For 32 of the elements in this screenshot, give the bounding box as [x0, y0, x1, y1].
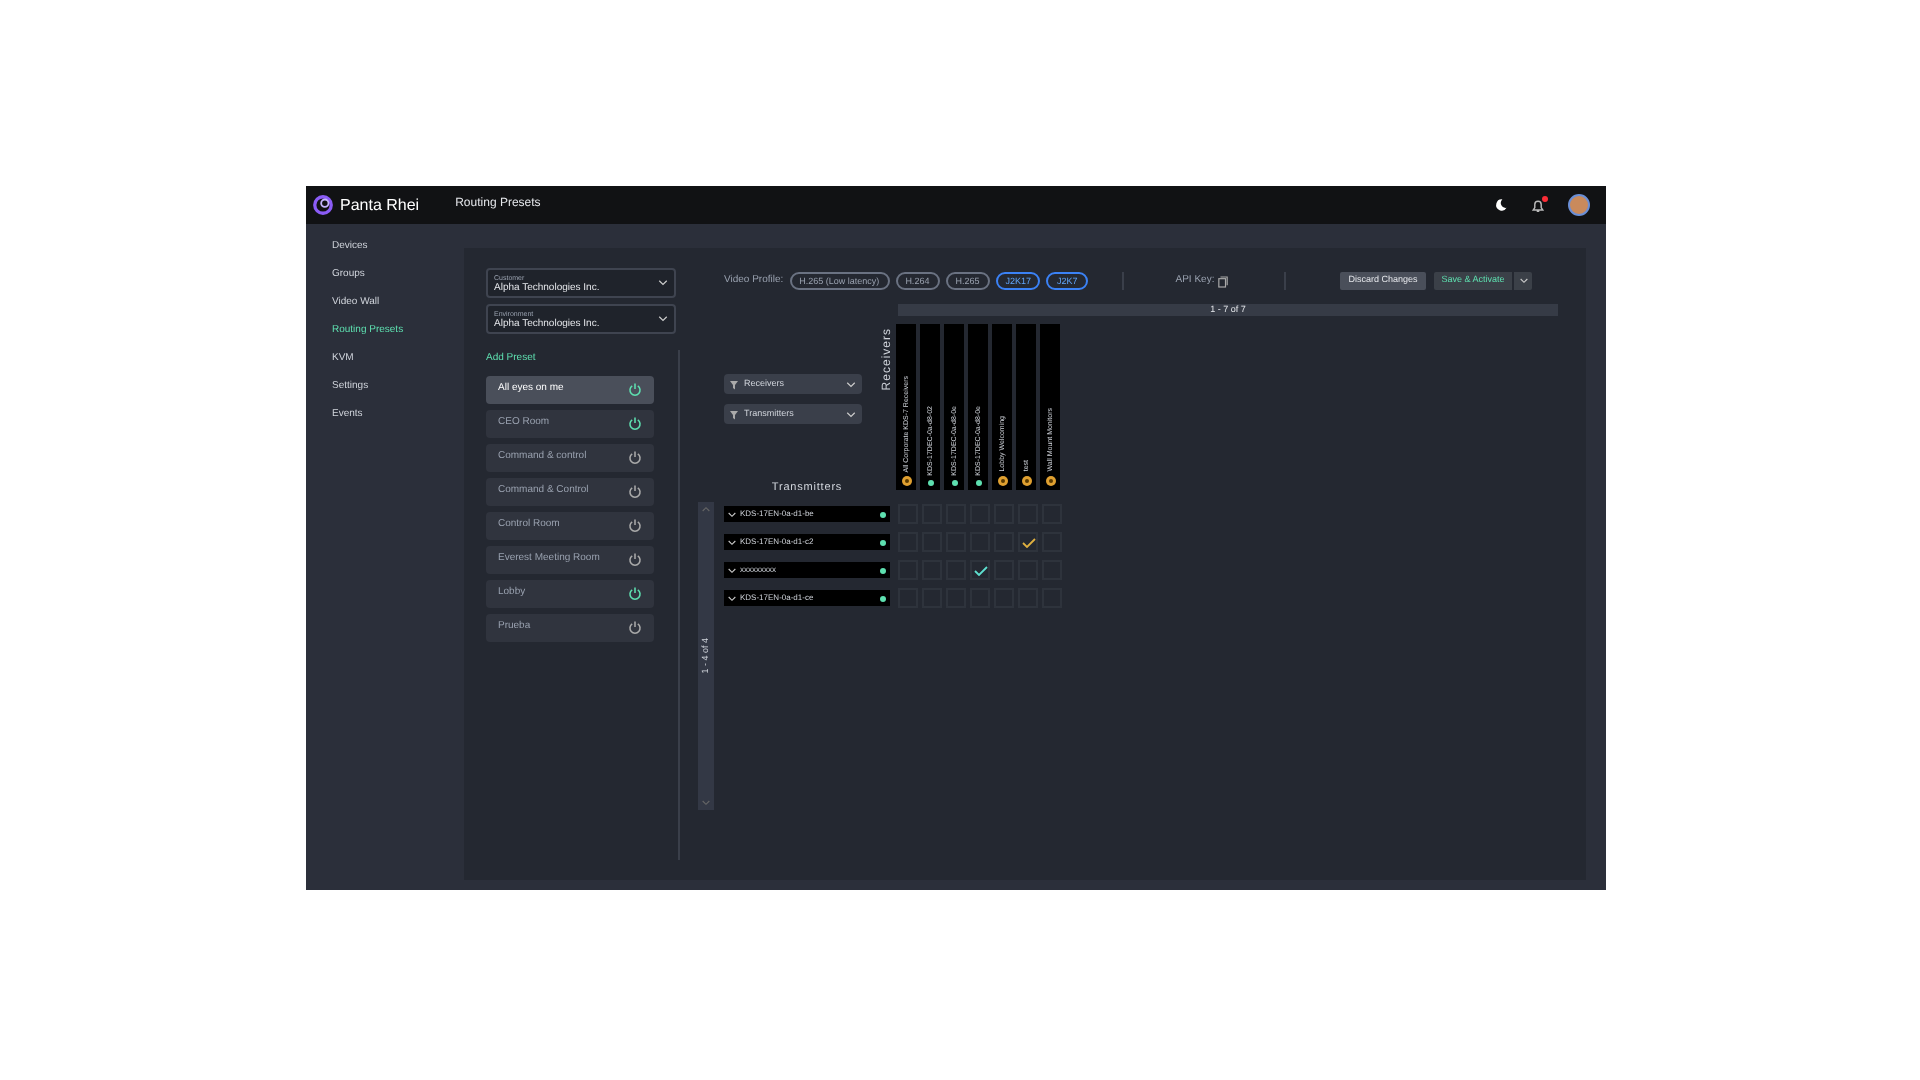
- moon-icon[interactable]: [1494, 198, 1508, 212]
- chevron-down-icon: [846, 381, 856, 387]
- chevron-down-icon: [728, 595, 736, 601]
- check-icon: [973, 565, 987, 575]
- matrix-cell[interactable]: [1018, 532, 1038, 552]
- chevron-down-icon[interactable]: [702, 799, 710, 806]
- chevron-down-icon: [658, 280, 668, 286]
- chevron-down-icon: [658, 316, 668, 322]
- power-icon[interactable]: [628, 416, 642, 430]
- filter-icon: [730, 409, 738, 419]
- chevron-down-icon: [728, 539, 736, 545]
- save-options-button[interactable]: [1514, 272, 1533, 290]
- power-icon[interactable]: [628, 620, 642, 634]
- power-icon[interactable]: [628, 484, 642, 498]
- power-icon[interactable]: [628, 518, 642, 532]
- chevron-down-icon: [846, 411, 856, 417]
- matrix-cell[interactable]: [970, 560, 990, 580]
- power-icon[interactable]: [628, 586, 642, 600]
- chevron-down-icon: [728, 511, 736, 517]
- copy-icon[interactable]: [1218, 275, 1229, 287]
- power-icon[interactable]: [628, 382, 642, 396]
- chevron-up-icon[interactable]: [702, 506, 710, 512]
- chevron-down-icon: [728, 567, 736, 573]
- check-icon: [1021, 537, 1035, 547]
- power-icon[interactable]: [628, 450, 642, 464]
- logo-icon: [312, 194, 334, 216]
- app-logo: Panta Rhei: [340, 193, 420, 217]
- filter-icon: [730, 379, 738, 389]
- power-icon[interactable]: [628, 552, 642, 566]
- avatar[interactable]: [1568, 194, 1590, 216]
- chevron-down-icon: [1519, 278, 1528, 284]
- bell-icon[interactable]: [1530, 197, 1546, 213]
